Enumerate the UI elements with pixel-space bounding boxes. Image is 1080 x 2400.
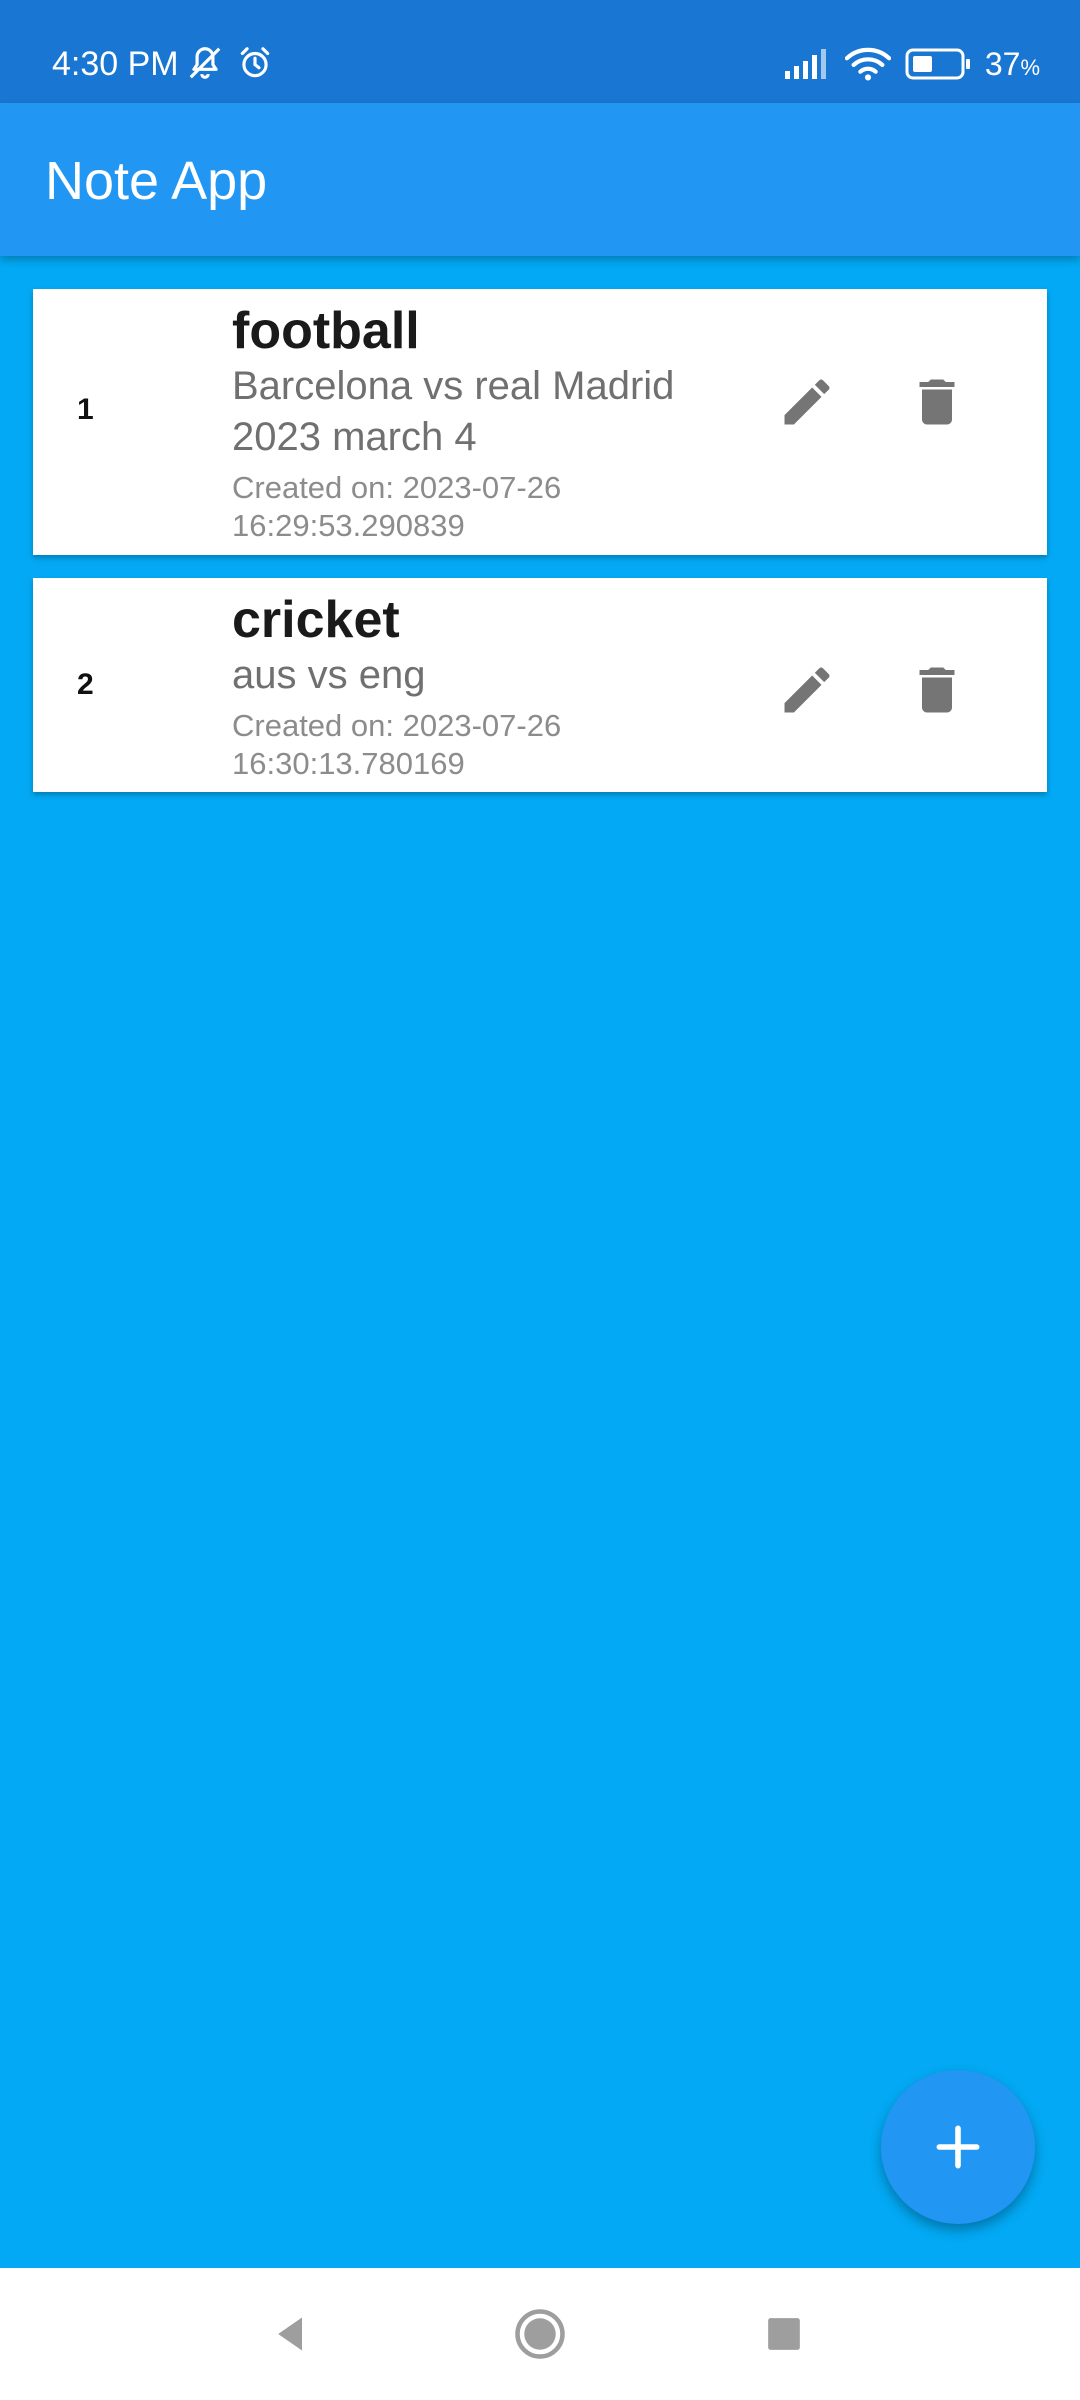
- recents-icon: [768, 2318, 800, 2350]
- note-index: 2: [77, 668, 94, 701]
- note-body: cricket aus vs eng Created on: 2023-07-2…: [232, 590, 752, 783]
- note-description: Barcelona vs real Madrid 2023 march 4: [232, 364, 675, 459]
- edit-note-button[interactable]: [767, 362, 847, 442]
- wifi-icon: [844, 46, 892, 87]
- edit-note-button[interactable]: [767, 650, 847, 730]
- note-title: cricket: [232, 591, 400, 649]
- plus-icon: [936, 2125, 980, 2169]
- nav-recents-button[interactable]: [748, 2298, 820, 2370]
- battery-percent: 37: [984, 46, 1021, 82]
- pencil-icon: [784, 667, 830, 713]
- battery-level: 37%: [985, 44, 1040, 88]
- note-description: aus vs eng: [232, 653, 426, 697]
- notes-list: 1 football Barcelona vs real Madrid 2023…: [33, 289, 1047, 815]
- status-notification-icons: [186, 44, 274, 87]
- delete-note-button[interactable]: [897, 650, 977, 730]
- nav-back-button[interactable]: [255, 2298, 327, 2370]
- note-card[interactable]: 2 cricket aus vs eng Created on: 2023-07…: [33, 578, 1047, 792]
- battery-unit: %: [1020, 55, 1040, 80]
- delete-note-button[interactable]: [897, 362, 977, 442]
- status-time: 4:30 PM: [52, 45, 179, 83]
- note-title: football: [232, 302, 420, 360]
- add-note-button[interactable]: [881, 2070, 1035, 2224]
- status-bar: 4:30 PM 37%: [0, 0, 1080, 103]
- nav-home-button[interactable]: [504, 2298, 576, 2370]
- status-system-icons: 37%: [783, 44, 1040, 88]
- signal-icon: [783, 47, 831, 86]
- trash-icon: [919, 667, 955, 713]
- system-nav-bar: [0, 2268, 1080, 2400]
- home-icon: [515, 2309, 565, 2359]
- app-title: Note App: [45, 151, 268, 211]
- pencil-icon: [784, 379, 830, 425]
- note-index: 1: [77, 393, 94, 426]
- note-created-date: Created on: 2023-07-26 16:29:53.290839: [232, 470, 562, 543]
- note-body: football Barcelona vs real Madrid 2023 m…: [232, 301, 752, 545]
- alarm-icon: [236, 44, 274, 87]
- note-card[interactable]: 1 football Barcelona vs real Madrid 2023…: [33, 289, 1047, 555]
- note-app-screen: 4:30 PM 37% Note App 1 football Barcelon…: [0, 0, 1080, 2400]
- app-bar: Note App: [0, 103, 1080, 256]
- muted-bell-icon: [186, 44, 224, 87]
- battery-icon: [905, 47, 971, 86]
- back-icon: [278, 2317, 302, 2351]
- note-created-date: Created on: 2023-07-26 16:30:13.780169: [232, 708, 562, 781]
- trash-icon: [919, 379, 955, 425]
